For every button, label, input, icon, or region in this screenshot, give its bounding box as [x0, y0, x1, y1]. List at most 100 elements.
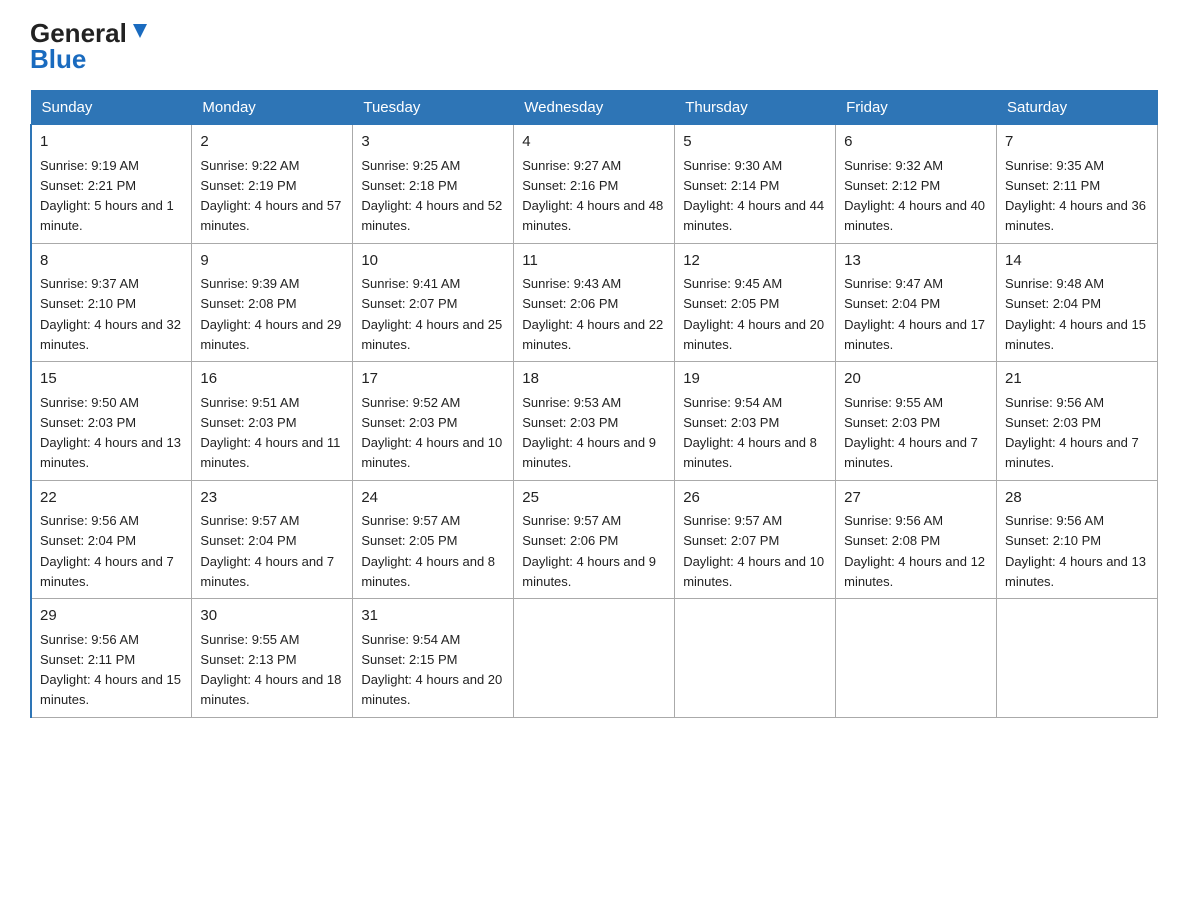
header-thursday: Thursday [675, 91, 836, 125]
day-info: Sunrise: 9:32 AMSunset: 2:12 PMDaylight:… [844, 158, 985, 234]
calendar-cell: 15Sunrise: 9:50 AMSunset: 2:03 PMDayligh… [31, 362, 192, 481]
calendar-cell: 9 Sunrise: 9:39 AMSunset: 2:08 PMDaylight… [192, 243, 353, 362]
day-number: 17 [361, 368, 505, 391]
calendar-cell: 7 Sunrise: 9:35 AMSunset: 2:11 PMDaylight… [997, 125, 1158, 244]
header-sunday: Sunday [31, 91, 192, 125]
day-info: Sunrise: 9:56 AMSunset: 2:10 PMDaylight:… [1005, 513, 1146, 589]
calendar-week-row: 29 Sunrise: 9:56 AMSunset: 2:11 PMDayligh… [31, 599, 1158, 718]
day-number: 11 [522, 250, 666, 273]
day-number: 6 [844, 131, 988, 154]
day-number: 9 [200, 250, 344, 273]
day-number: 25 [522, 487, 666, 510]
day-info: Sunrise: 9:57 AMSunset: 2:06 PMDaylight:… [522, 513, 656, 589]
logo-triangle-icon [129, 20, 151, 42]
day-info: Sunrise: 9:19 AMSunset: 2:21 PMDaylight:… [40, 158, 174, 234]
calendar-cell: 11 Sunrise: 9:43 AMSunset: 2:06 PMDayligh… [514, 243, 675, 362]
header-monday: Monday [192, 91, 353, 125]
day-number: 20 [844, 368, 988, 391]
day-info: Sunrise: 9:41 AMSunset: 2:07 PMDaylight:… [361, 276, 502, 352]
header-wednesday: Wednesday [514, 91, 675, 125]
day-info: Sunrise: 9:27 AMSunset: 2:16 PMDaylight:… [522, 158, 663, 234]
day-number: 5 [683, 131, 827, 154]
calendar-cell [836, 599, 997, 718]
day-number: 16 [200, 368, 344, 391]
day-number: 30 [200, 605, 344, 628]
calendar-week-row: 8 Sunrise: 9:37 AMSunset: 2:10 PMDaylight… [31, 243, 1158, 362]
day-number: 2 [200, 131, 344, 154]
calendar-cell: 19Sunrise: 9:54 AMSunset: 2:03 PMDayligh… [675, 362, 836, 481]
day-number: 15 [40, 368, 183, 391]
calendar-week-row: 1 Sunrise: 9:19 AMSunset: 2:21 PMDaylight… [31, 125, 1158, 244]
day-number: 13 [844, 250, 988, 273]
calendar-cell: 16 Sunrise: 9:51 AMSunset: 2:03 PMDayligh… [192, 362, 353, 481]
day-info: Sunrise: 9:25 AMSunset: 2:18 PMDaylight:… [361, 158, 502, 234]
calendar-cell: 31 Sunrise: 9:54 AMSunset: 2:15 PMDayligh… [353, 599, 514, 718]
day-info: Sunrise: 9:35 AMSunset: 2:11 PMDaylight:… [1005, 158, 1146, 234]
calendar-week-row: 22Sunrise: 9:56 AMSunset: 2:04 PMDayligh… [31, 480, 1158, 599]
day-info: Sunrise: 9:56 AMSunset: 2:04 PMDaylight:… [40, 513, 174, 589]
logo-general: General [30, 20, 127, 46]
day-info: Sunrise: 9:51 AMSunset: 2:03 PMDaylight:… [200, 395, 340, 471]
calendar-cell: 2 Sunrise: 9:22 AMSunset: 2:19 PMDaylight… [192, 125, 353, 244]
day-info: Sunrise: 9:48 AMSunset: 2:04 PMDaylight:… [1005, 276, 1146, 352]
day-info: Sunrise: 9:47 AMSunset: 2:04 PMDaylight:… [844, 276, 985, 352]
day-number: 7 [1005, 131, 1149, 154]
day-info: Sunrise: 9:57 AMSunset: 2:04 PMDaylight:… [200, 513, 334, 589]
day-number: 8 [40, 250, 183, 273]
day-info: Sunrise: 9:39 AMSunset: 2:08 PMDaylight:… [200, 276, 341, 352]
calendar-cell: 21Sunrise: 9:56 AMSunset: 2:03 PMDayligh… [997, 362, 1158, 481]
day-info: Sunrise: 9:54 AMSunset: 2:15 PMDaylight:… [361, 632, 502, 708]
day-info: Sunrise: 9:22 AMSunset: 2:19 PMDaylight:… [200, 158, 341, 234]
calendar-cell: 26 Sunrise: 9:57 AMSunset: 2:07 PMDayligh… [675, 480, 836, 599]
day-info: Sunrise: 9:56 AMSunset: 2:11 PMDaylight:… [40, 632, 181, 708]
day-info: Sunrise: 9:52 AMSunset: 2:03 PMDaylight:… [361, 395, 502, 471]
calendar-cell: 5Sunrise: 9:30 AMSunset: 2:14 PMDaylight… [675, 125, 836, 244]
day-number: 29 [40, 605, 183, 628]
day-number: 27 [844, 487, 988, 510]
day-info: Sunrise: 9:57 AMSunset: 2:07 PMDaylight:… [683, 513, 824, 589]
day-info: Sunrise: 9:56 AMSunset: 2:03 PMDaylight:… [1005, 395, 1139, 471]
calendar-cell: 18 Sunrise: 9:53 AMSunset: 2:03 PMDayligh… [514, 362, 675, 481]
day-info: Sunrise: 9:43 AMSunset: 2:06 PMDaylight:… [522, 276, 663, 352]
header-friday: Friday [836, 91, 997, 125]
calendar-cell: 17 Sunrise: 9:52 AMSunset: 2:03 PMDayligh… [353, 362, 514, 481]
day-info: Sunrise: 9:56 AMSunset: 2:08 PMDaylight:… [844, 513, 985, 589]
day-number: 31 [361, 605, 505, 628]
day-info: Sunrise: 9:57 AMSunset: 2:05 PMDaylight:… [361, 513, 495, 589]
calendar-cell: 6 Sunrise: 9:32 AMSunset: 2:12 PMDaylight… [836, 125, 997, 244]
day-number: 3 [361, 131, 505, 154]
calendar-cell: 12Sunrise: 9:45 AMSunset: 2:05 PMDayligh… [675, 243, 836, 362]
calendar-cell: 30 Sunrise: 9:55 AMSunset: 2:13 PMDayligh… [192, 599, 353, 718]
logo: General Blue [30, 20, 151, 72]
calendar-header-row: SundayMondayTuesdayWednesdayThursdayFrid… [31, 91, 1158, 125]
day-number: 26 [683, 487, 827, 510]
calendar-cell: 1 Sunrise: 9:19 AMSunset: 2:21 PMDaylight… [31, 125, 192, 244]
day-number: 4 [522, 131, 666, 154]
day-info: Sunrise: 9:53 AMSunset: 2:03 PMDaylight:… [522, 395, 656, 471]
calendar-cell: 28 Sunrise: 9:56 AMSunset: 2:10 PMDayligh… [997, 480, 1158, 599]
day-number: 24 [361, 487, 505, 510]
calendar-cell [675, 599, 836, 718]
day-number: 28 [1005, 487, 1149, 510]
logo-blue: Blue [30, 46, 86, 72]
calendar-cell: 20 Sunrise: 9:55 AMSunset: 2:03 PMDayligh… [836, 362, 997, 481]
day-info: Sunrise: 9:55 AMSunset: 2:03 PMDaylight:… [844, 395, 978, 471]
calendar-cell: 22Sunrise: 9:56 AMSunset: 2:04 PMDayligh… [31, 480, 192, 599]
calendar-table: SundayMondayTuesdayWednesdayThursdayFrid… [30, 90, 1158, 718]
calendar-cell: 24 Sunrise: 9:57 AMSunset: 2:05 PMDayligh… [353, 480, 514, 599]
calendar-cell: 14 Sunrise: 9:48 AMSunset: 2:04 PMDayligh… [997, 243, 1158, 362]
day-number: 12 [683, 250, 827, 273]
day-number: 10 [361, 250, 505, 273]
day-info: Sunrise: 9:37 AMSunset: 2:10 PMDaylight:… [40, 276, 181, 352]
day-number: 19 [683, 368, 827, 391]
calendar-cell: 25 Sunrise: 9:57 AMSunset: 2:06 PMDayligh… [514, 480, 675, 599]
day-number: 23 [200, 487, 344, 510]
calendar-cell: 3 Sunrise: 9:25 AMSunset: 2:18 PMDaylight… [353, 125, 514, 244]
day-number: 14 [1005, 250, 1149, 273]
calendar-cell [514, 599, 675, 718]
day-number: 18 [522, 368, 666, 391]
day-number: 1 [40, 131, 183, 154]
day-info: Sunrise: 9:55 AMSunset: 2:13 PMDaylight:… [200, 632, 341, 708]
header-tuesday: Tuesday [353, 91, 514, 125]
calendar-cell: 13 Sunrise: 9:47 AMSunset: 2:04 PMDayligh… [836, 243, 997, 362]
